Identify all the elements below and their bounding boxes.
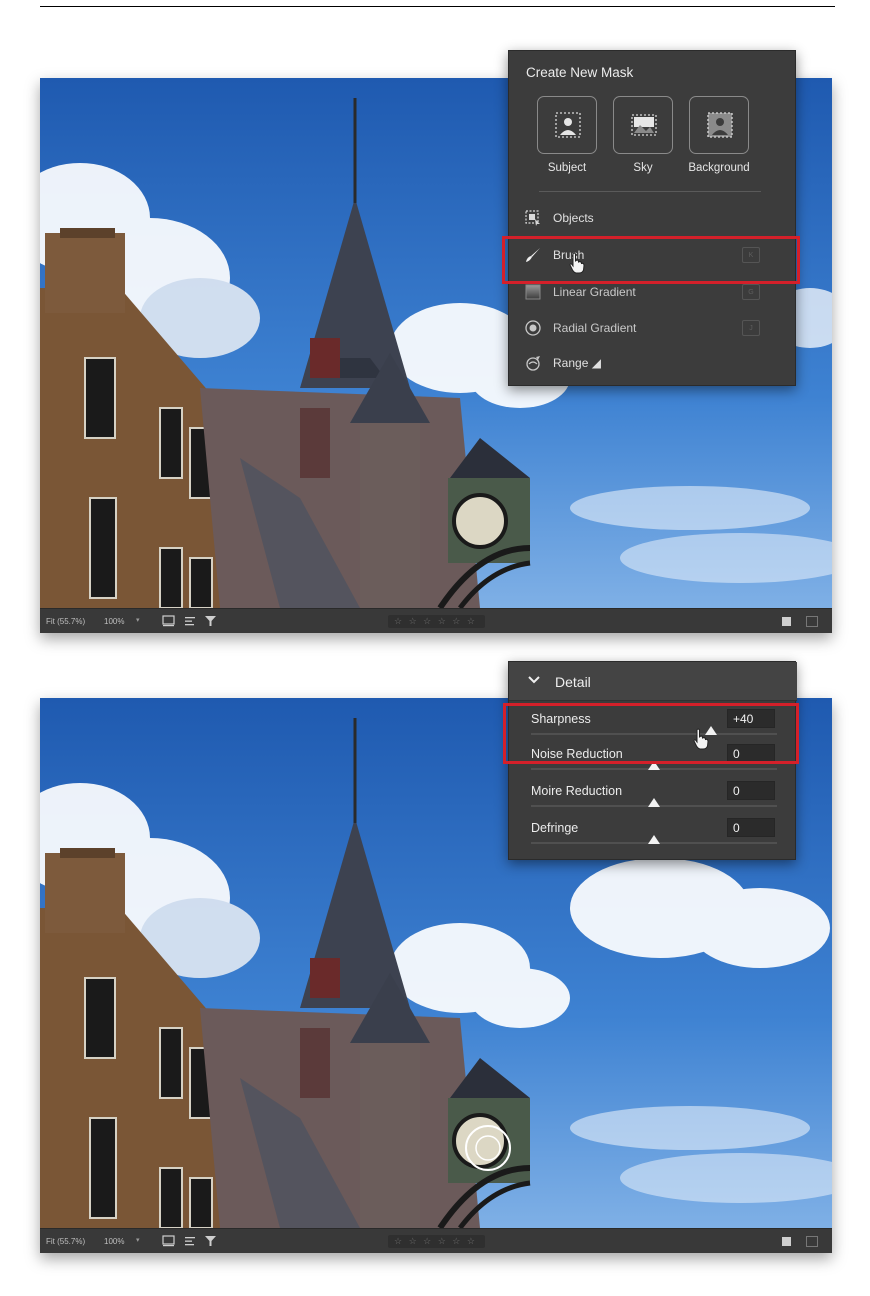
zoom-fit-label[interactable]: Fit (55.7%)	[46, 1237, 85, 1246]
zoom-fit-label[interactable]: Fit (55.7%)	[46, 617, 85, 626]
background-label: Background	[688, 162, 750, 174]
moire-reduction-label: Moire Reduction	[531, 784, 623, 798]
loupe-view-icon[interactable]	[162, 1235, 176, 1247]
slider-row-defringe: Defringe 0	[509, 818, 797, 858]
subject-label: Subject	[547, 162, 587, 174]
star-rating[interactable]: ☆ ☆ ☆ ☆ ☆ ☆	[388, 615, 485, 628]
background-select-icon	[707, 112, 733, 138]
sky-label: Sky	[633, 162, 653, 174]
moire-reduction-value[interactable]: 0	[727, 781, 775, 800]
zoom-dropdown-icon[interactable]: ▾	[136, 616, 146, 626]
filter-icon[interactable]	[204, 1235, 218, 1247]
hand-pointer-icon	[693, 728, 709, 750]
top-rule	[40, 6, 835, 7]
menu-item-objects[interactable]: Objects	[509, 201, 797, 235]
radial-gradient-shortcut: J	[742, 320, 760, 336]
radial-gradient-icon	[525, 320, 541, 336]
linear-gradient-shortcut: G	[742, 284, 760, 300]
single-view-icon[interactable]	[782, 1237, 791, 1246]
status-bar-2: Fit (55.7%) 100% ▾ ☆ ☆ ☆ ☆ ☆ ☆	[40, 1228, 832, 1253]
status-bar: Fit (55.7%) 100% ▾ ☆ ☆ ☆ ☆ ☆ ☆	[40, 608, 832, 633]
sort-icon[interactable]	[184, 1235, 198, 1247]
range-label: Range ◢	[553, 356, 601, 370]
subject-mask-button[interactable]	[537, 96, 597, 154]
hand-pointer-icon	[569, 252, 585, 274]
brush-highlight-box	[502, 236, 800, 284]
range-icon	[526, 356, 540, 371]
divider	[539, 191, 761, 192]
loupe-view-icon[interactable]	[162, 615, 176, 627]
filter-icon[interactable]	[204, 615, 218, 627]
linear-gradient-icon	[525, 284, 541, 300]
sharpness-highlight-box	[503, 703, 799, 764]
sort-icon[interactable]	[184, 615, 198, 627]
menu-item-range[interactable]: Range ◢	[509, 346, 797, 380]
detail-title: Detail	[555, 674, 591, 690]
radial-gradient-label: Radial Gradient	[553, 321, 637, 335]
slider-row-moire-reduction: Moire Reduction 0	[509, 781, 797, 821]
menu-item-radial-gradient[interactable]: Radial Gradient J	[509, 311, 797, 345]
defringe-slider-thumb[interactable]	[648, 835, 660, 844]
detail-header[interactable]: Detail	[509, 662, 797, 701]
objects-label: Objects	[553, 211, 594, 225]
moire-reduction-slider-thumb[interactable]	[648, 798, 660, 807]
single-view-icon[interactable]	[782, 617, 791, 626]
create-new-mask-panel: Create New Mask Subject Sky Background O…	[508, 50, 796, 386]
zoom-percent-label[interactable]: 100%	[104, 1237, 124, 1246]
sky-select-icon	[631, 114, 657, 136]
defringe-value[interactable]: 0	[727, 818, 775, 837]
star-rating[interactable]: ☆ ☆ ☆ ☆ ☆ ☆	[388, 1235, 485, 1248]
zoom-percent-label[interactable]: 100%	[104, 617, 124, 626]
linear-gradient-label: Linear Gradient	[553, 285, 636, 299]
compare-view-icon[interactable]	[806, 1236, 818, 1247]
defringe-label: Defringe	[531, 821, 579, 835]
sky-mask-button[interactable]	[613, 96, 673, 154]
compare-view-icon[interactable]	[806, 616, 818, 627]
background-mask-button[interactable]	[689, 96, 749, 154]
mask-panel-title: Create New Mask	[526, 65, 634, 80]
object-select-icon	[525, 210, 540, 226]
chevron-down-icon[interactable]	[528, 675, 540, 685]
person-select-icon	[555, 112, 581, 138]
zoom-dropdown-icon[interactable]: ▾	[136, 1236, 146, 1246]
